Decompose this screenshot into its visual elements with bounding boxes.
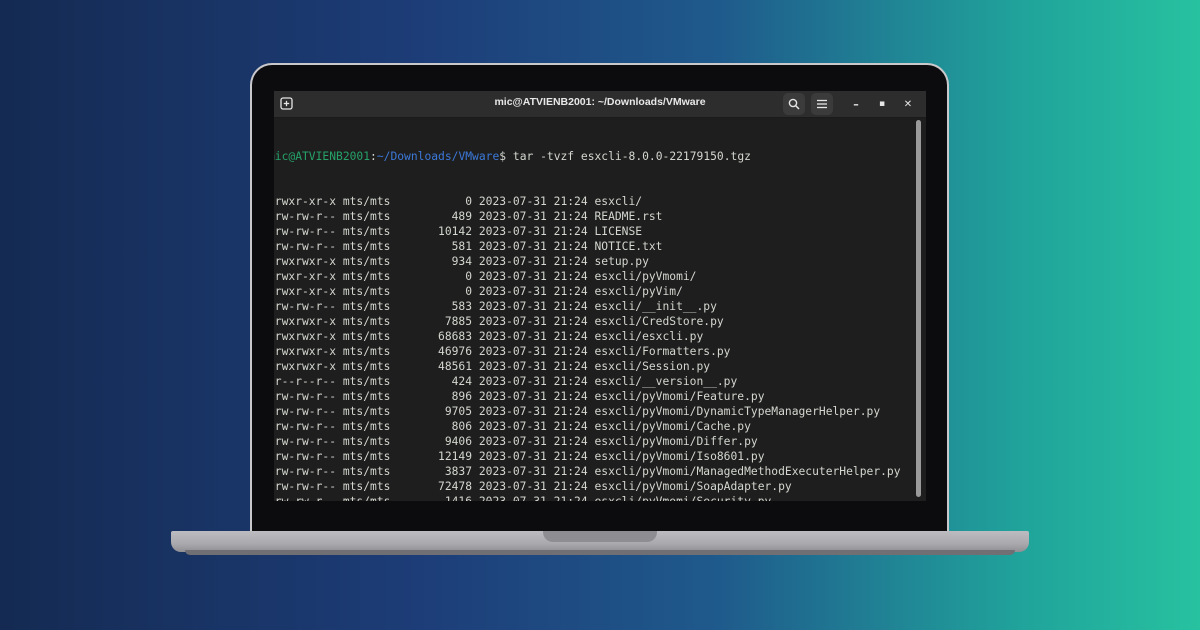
laptop-hinge-notch [543, 531, 657, 542]
hamburger-menu-icon [817, 99, 827, 109]
output-line: -rw-rw-r-- mts/mts 9705 2023-07-31 21:24… [274, 405, 881, 418]
output-line: -rw-rw-r-- mts/mts 583 2023-07-31 21:24 … [274, 300, 717, 313]
output-line: -rw-rw-r-- mts/mts 10142 2023-07-31 21:2… [274, 225, 643, 238]
close-button[interactable]: ✕ [899, 95, 917, 113]
prompt-separator: : [370, 150, 377, 163]
minimize-icon: – [853, 97, 859, 111]
prompt-line: mic@ATVIENB2001:~/Downloads/VMware$ tar … [274, 149, 908, 164]
prompt-path: ~/Downloads/VMware [376, 150, 500, 163]
search-button[interactable] [783, 93, 805, 115]
output-line: -rw-rw-r-- mts/mts 3837 2023-07-31 21:24… [274, 465, 901, 478]
terminal-window: mic@ATVIENB2001: ~/Downloads/VMware – ▪ … [274, 91, 926, 501]
maximize-button[interactable]: ▪ [873, 95, 891, 113]
prompt-command: tar -tvzf esxcli-8.0.0-22179150.tgz [506, 150, 751, 163]
output-line: -rwxrwxr-x mts/mts 68683 2023-07-31 21:2… [274, 330, 704, 343]
menu-button[interactable] [811, 93, 833, 115]
output-line: -r--r--r-- mts/mts 424 2023-07-31 21:24 … [274, 375, 738, 388]
output-line: -rwxrwxr-x mts/mts 934 2023-07-31 21:24 … [274, 255, 649, 268]
scrollbar-thumb[interactable] [916, 120, 921, 497]
terminal-output[interactable]: mic@ATVIENB2001:~/Downloads/VMware$ tar … [274, 119, 908, 501]
output-line: drwxr-xr-x mts/mts 0 2023-07-31 21:24 es… [274, 285, 683, 298]
minimize-button[interactable]: – [847, 95, 865, 113]
close-icon: ✕ [903, 98, 913, 110]
output-line: -rw-rw-r-- mts/mts 581 2023-07-31 21:24 … [274, 240, 663, 253]
output-line: -rw-rw-r-- mts/mts 896 2023-07-31 21:24 … [274, 390, 765, 403]
output-line: -rwxrwxr-x mts/mts 46976 2023-07-31 21:2… [274, 345, 731, 358]
output-line: -rw-rw-r-- mts/mts 9406 2023-07-31 21:24… [274, 435, 758, 448]
prompt-user-host: mic@ATVIENB2001 [274, 150, 371, 163]
output-line: -rw-rw-r-- mts/mts 489 2023-07-31 21:24 … [274, 210, 663, 223]
title-bar: mic@ATVIENB2001: ~/Downloads/VMware – ▪ … [274, 91, 926, 118]
output-line: -rw-rw-r-- mts/mts 806 2023-07-31 21:24 … [274, 420, 751, 433]
output-line: -rwxrwxr-x mts/mts 7885 2023-07-31 21:24… [274, 315, 724, 328]
output-line: drwxr-xr-x mts/mts 0 2023-07-31 21:24 es… [274, 270, 697, 283]
laptop-base-shadow [185, 550, 1015, 555]
maximize-icon: ▪ [878, 99, 886, 109]
output-line: drwxr-xr-x mts/mts 0 2023-07-31 21:24 es… [274, 195, 643, 208]
output-line: -rw-rw-r-- mts/mts 72478 2023-07-31 21:2… [274, 480, 792, 493]
search-icon [788, 98, 800, 110]
output-line: -rw-rw-r-- mts/mts 1416 2023-07-31 21:24… [274, 494, 908, 501]
output-line: -rwxrwxr-x mts/mts 48561 2023-07-31 21:2… [274, 360, 711, 373]
scrollbar[interactable] [916, 120, 922, 498]
output-line: -rw-rw-r-- mts/mts 12149 2023-07-31 21:2… [274, 450, 765, 463]
